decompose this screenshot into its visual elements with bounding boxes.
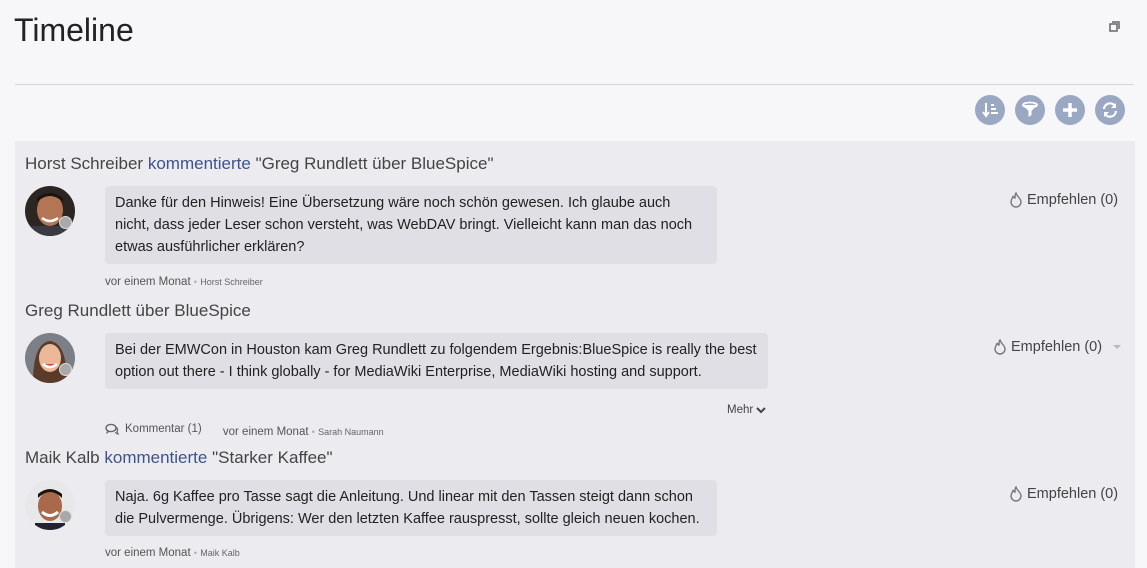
avatar[interactable] bbox=[25, 480, 75, 530]
entry-heading: Greg Rundlett über BlueSpice bbox=[25, 301, 251, 321]
timestamp: vor einem Monat bbox=[105, 547, 191, 559]
add-button[interactable] bbox=[1055, 95, 1085, 125]
add-icon bbox=[1063, 103, 1077, 117]
chevron-down-icon bbox=[756, 407, 766, 414]
article-title[interactable]: Greg Rundlett über BlueSpice bbox=[25, 301, 251, 320]
refresh-icon bbox=[1102, 102, 1118, 118]
status-dot bbox=[59, 216, 72, 229]
timeline-toolbar bbox=[975, 95, 1125, 125]
entry-meta: Kommentar (1) vor einem Monat • Sarah Na… bbox=[105, 423, 384, 438]
recommend-button[interactable]: Empfehlen (0) bbox=[1009, 486, 1118, 502]
avatar[interactable] bbox=[25, 333, 75, 383]
status-dot bbox=[59, 363, 72, 376]
header-divider bbox=[15, 84, 1134, 85]
article-text: Bei der EMWCon in Houston kam Greg Rundl… bbox=[105, 333, 768, 389]
entry-meta: vor einem Monat • Maik Kalb bbox=[105, 547, 240, 559]
recommend-button[interactable]: Empfehlen (0) bbox=[993, 339, 1124, 355]
timestamp: vor einem Monat bbox=[222, 426, 309, 438]
author-name[interactable]: Maik Kalb bbox=[25, 448, 100, 467]
expand-icon[interactable] bbox=[1108, 19, 1122, 33]
entry-heading: Maik Kalb kommentierte "Starker Kaffee" bbox=[25, 448, 333, 468]
more-link[interactable]: Mehr bbox=[727, 404, 766, 416]
target-title[interactable]: "Starker Kaffee" bbox=[212, 448, 332, 467]
timeline-feed: Horst Schreiber kommentierte "Greg Rundl… bbox=[15, 141, 1135, 568]
filter-icon bbox=[1022, 101, 1038, 117]
comment-text: Danke für den Hinweis! Eine Übersetzung … bbox=[105, 186, 717, 264]
author-name[interactable]: Horst Schreiber bbox=[25, 154, 143, 173]
flame-icon bbox=[1010, 192, 1022, 208]
caret-down-icon[interactable] bbox=[1110, 342, 1124, 352]
comment-link[interactable]: Kommentar (1) bbox=[105, 423, 202, 435]
user-name[interactable]: Maik Kalb bbox=[200, 548, 240, 558]
action-link[interactable]: kommentierte bbox=[104, 448, 207, 467]
timestamp: vor einem Monat bbox=[105, 276, 191, 288]
user-name[interactable]: Horst Schreiber bbox=[200, 277, 263, 287]
avatar[interactable] bbox=[25, 186, 75, 236]
entry-heading: Horst Schreiber kommentierte "Greg Rundl… bbox=[25, 154, 494, 174]
comment-text: Naja. 6g Kaffee pro Tasse sagt die Anlei… bbox=[105, 480, 717, 536]
flame-icon bbox=[994, 339, 1006, 355]
recommend-button[interactable]: Empfehlen (0) bbox=[1009, 192, 1118, 208]
refresh-button[interactable] bbox=[1095, 95, 1125, 125]
page-title: Timeline bbox=[14, 12, 134, 48]
filter-button[interactable] bbox=[1015, 95, 1045, 125]
status-dot bbox=[59, 510, 72, 523]
entry-meta: vor einem Monat • Horst Schreiber bbox=[105, 276, 263, 288]
action-link[interactable]: kommentierte bbox=[148, 154, 251, 173]
target-title[interactable]: "Greg Rundlett über BlueSpice" bbox=[256, 154, 494, 173]
user-name[interactable]: Sarah Naumann bbox=[318, 427, 384, 437]
sort-button[interactable] bbox=[975, 95, 1005, 125]
comments-icon bbox=[105, 423, 119, 435]
flame-icon bbox=[1010, 486, 1022, 502]
sort-icon bbox=[982, 103, 998, 118]
